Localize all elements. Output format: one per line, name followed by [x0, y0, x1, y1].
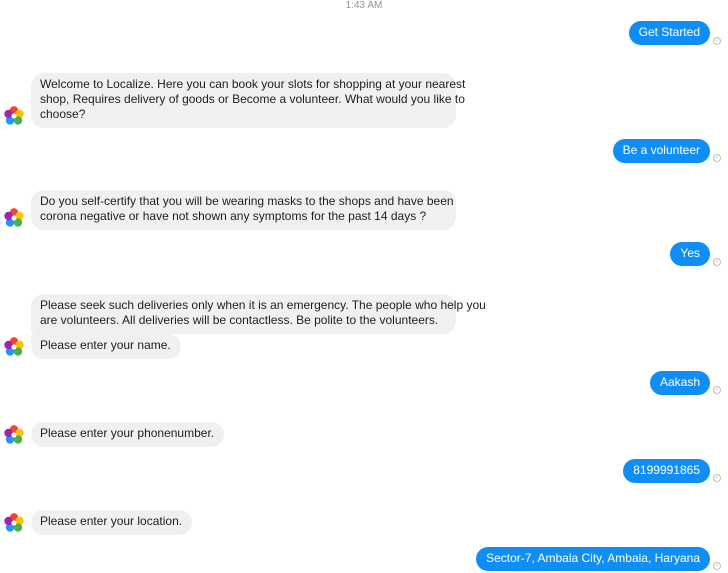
bot-message-bubble: Please enter your location. [31, 510, 193, 535]
message-timestamp: 1:43 AM [345, 0, 383, 11]
user-message-text: 8199991865 [633, 463, 700, 477]
user-message-bubble: Yes [670, 242, 710, 266]
bot-message-line: Please enter your name. [40, 338, 171, 352]
bot-message-bubble: Please seek such deliveries only when it… [31, 294, 486, 334]
read-receipt-check-icon: ✓ [713, 562, 721, 570]
bot-message-bubble: Please enter your phonenumber. [31, 422, 225, 447]
bot-message-line: choose? [40, 107, 86, 121]
bot-message-line: Please seek such deliveries only when it… [40, 298, 486, 312]
user-message-text: Sector-7, Ambala City, Ambala, Haryana [486, 551, 700, 565]
user-message-text: Get Started [638, 25, 700, 39]
localize-logo-icon [4, 337, 24, 356]
user-message-bubble: Be a volunteer [612, 139, 710, 163]
read-receipt-check-icon: ✓ [713, 386, 721, 394]
localize-logo-icon [4, 208, 24, 227]
bot-message-line: Please enter your phonenumber. [40, 426, 215, 440]
bot-message-line: Please enter your location. [40, 514, 183, 528]
bot-message-line: are volunteers. All deliveries will be c… [40, 313, 439, 327]
read-receipt-check-icon: ✓ [713, 37, 721, 45]
read-receipt-check-icon: ✓ [713, 258, 721, 266]
bot-message-line: Do you self-certify that you will be wea… [40, 194, 454, 208]
localize-logo-icon [4, 513, 24, 532]
user-message-text: Aakash [659, 375, 700, 389]
user-message-text: Yes [680, 246, 700, 260]
user-message-bubble: Aakash [649, 371, 710, 395]
bot-message-bubble: Please enter your name. [31, 334, 181, 359]
read-receipt-check-icon: ✓ [713, 474, 721, 482]
bot-message-line: corona negative or have not shown any sy… [40, 209, 427, 223]
bot-message-line: Welcome to Localize. Here you can book y… [40, 77, 466, 91]
bot-message-bubble: Do you self-certify that you will be wea… [31, 190, 456, 230]
read-receipt-check-icon: ✓ [713, 154, 721, 162]
bot-message-bubble: Welcome to Localize. Here you can book y… [31, 73, 466, 128]
user-message-text: Be a volunteer [622, 143, 700, 157]
user-message-bubble: 8199991865 [623, 459, 710, 483]
bot-message-line: shop, Requires delivery of goods or Beco… [40, 92, 465, 106]
localize-logo-icon [4, 106, 24, 125]
localize-logo-icon [4, 425, 24, 444]
user-message-bubble: Get Started [628, 21, 710, 45]
user-message-bubble: Sector-7, Ambala City, Ambala, Haryana [476, 547, 710, 571]
